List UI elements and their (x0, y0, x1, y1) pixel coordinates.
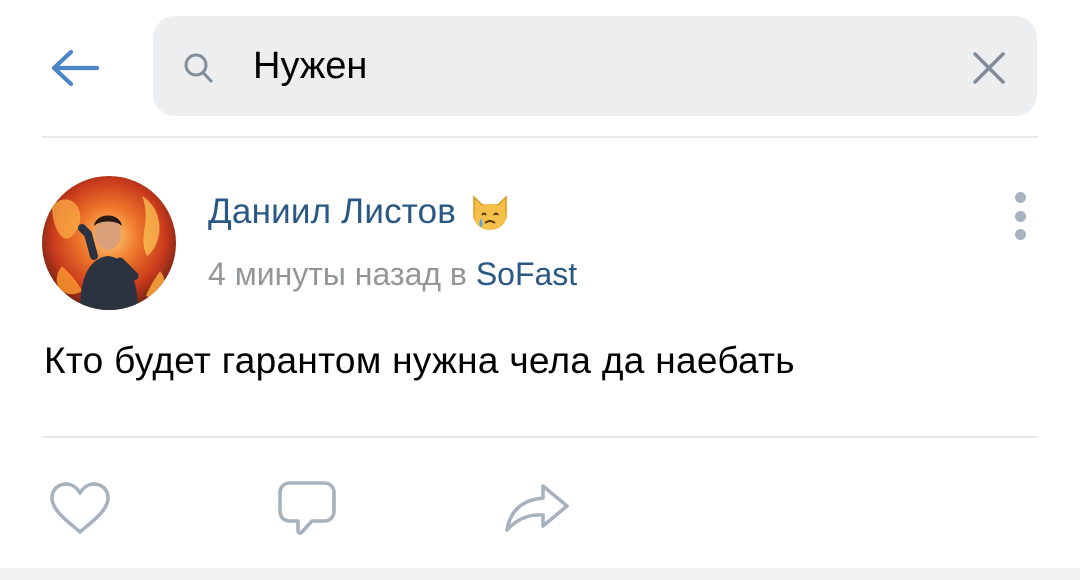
like-button[interactable] (45, 478, 115, 538)
more-options-button[interactable] (1000, 188, 1040, 244)
clear-search-button[interactable] (967, 46, 1011, 90)
search-input[interactable] (253, 38, 913, 94)
post-text: Кто будет гарантом нужна чела да наебать (44, 340, 795, 381)
share-arrow-icon (505, 484, 569, 532)
author-row: Даниил Листов (208, 188, 512, 236)
search-icon (184, 53, 213, 83)
comment-button[interactable] (272, 478, 342, 538)
share-button[interactable] (502, 478, 572, 538)
user-avatar (42, 176, 176, 310)
comment-bubble-icon (278, 481, 336, 535)
header-divider (42, 136, 1038, 138)
bottom-separator (0, 568, 1080, 580)
post-time: 4 минуты назад (208, 256, 442, 292)
heart-icon (50, 482, 110, 534)
crying-cat-icon (473, 195, 507, 230)
arrow-left-icon (51, 49, 100, 87)
close-icon (973, 52, 1005, 84)
vertical-dots-icon (1014, 192, 1026, 203)
author-avatar[interactable] (42, 176, 176, 310)
author-name[interactable]: Даниил Листов (208, 192, 456, 232)
post-divider (42, 436, 1038, 438)
back-button[interactable] (44, 42, 106, 94)
group-link[interactable]: SoFast (476, 256, 577, 292)
post-preposition: в (449, 256, 467, 292)
post-meta: 4 минуты назад в SoFast (208, 256, 577, 293)
search-bar (153, 16, 1037, 116)
search-results-screen: Даниил Листов 4 минуты назад в SoFast Кт… (0, 0, 1080, 580)
